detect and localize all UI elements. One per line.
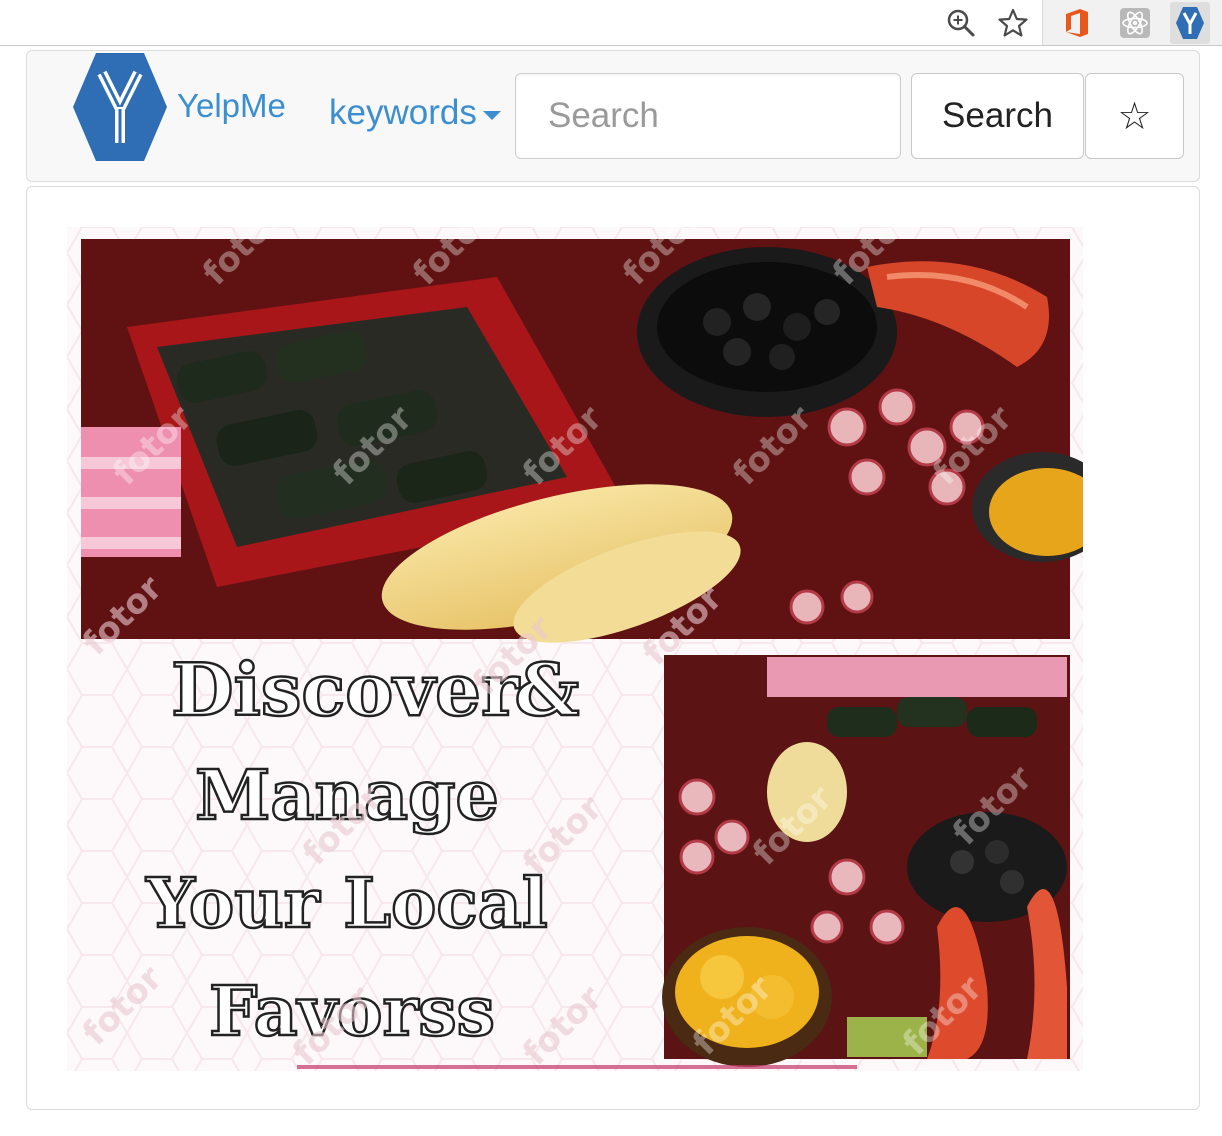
zoom-in-icon[interactable] [944, 6, 978, 40]
caret-down-icon [482, 110, 501, 120]
search-input[interactable] [515, 73, 901, 159]
yelpme-logo-icon[interactable] [72, 51, 168, 163]
keywords-dropdown[interactable]: keywords [329, 93, 501, 133]
star-outline-icon: ☆ [1117, 95, 1152, 138]
office-extension-icon[interactable] [1060, 6, 1094, 40]
svg-text:Your Local: Your Local [145, 864, 547, 944]
react-devtools-icon[interactable] [1118, 6, 1152, 40]
svg-text:Discover: Discover [171, 647, 520, 732]
content-panel: Discover & Manage Your Local Favorss fot… [26, 186, 1200, 1110]
bookmark-star-icon[interactable] [996, 6, 1030, 40]
favorites-star-button[interactable]: ☆ [1085, 73, 1184, 159]
keywords-label: keywords [329, 93, 477, 132]
browser-toolbar [0, 0, 1222, 46]
brand-name-link[interactable]: YelpMe [177, 87, 286, 125]
banner-image: Discover & Manage Your Local Favorss fot… [67, 198, 1112, 1073]
yelpme-extension-icon[interactable] [1170, 2, 1210, 44]
navbar: YelpMe keywords Search ☆ [26, 50, 1200, 182]
search-button[interactable]: Search [911, 73, 1084, 159]
toolbar-divider [0, 45, 1222, 46]
